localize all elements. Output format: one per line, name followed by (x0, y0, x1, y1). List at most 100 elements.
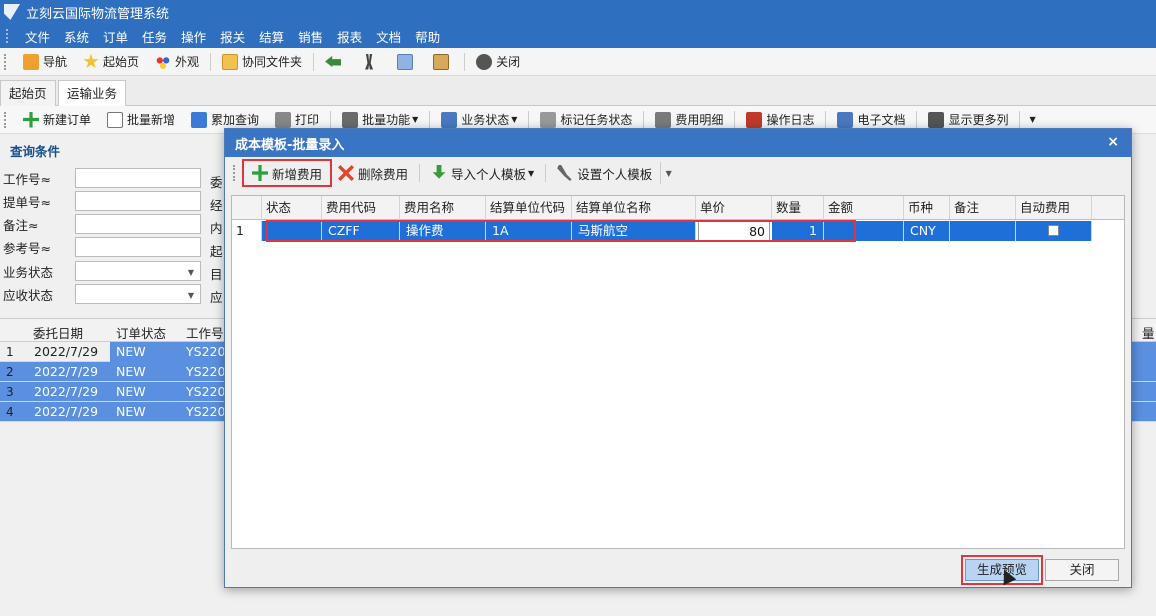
business-status-label: 业务状态 (3, 264, 54, 280)
toolbar-separator (734, 110, 736, 129)
cost-template-dialog: 成本模板-批量录入 × 新增费用 删除费用 导入个人模板 ▼ 设置个人模板 ▼ … (224, 128, 1132, 588)
column-header-qty[interactable]: 数量 (772, 196, 824, 220)
search-icon (191, 111, 208, 128)
receivable-status-select[interactable]: ▼ (75, 284, 201, 304)
column-header-price[interactable]: 单价 (696, 196, 772, 220)
column-header-remark[interactable]: 备注 (950, 196, 1016, 220)
column-header-fee-code[interactable]: 费用代码 (322, 196, 400, 220)
plus-icon (23, 111, 39, 128)
toolbar-overflow-icon[interactable]: ▼ (660, 162, 676, 184)
ref-no-input[interactable] (75, 237, 201, 257)
menu-order[interactable]: 订单 (96, 27, 135, 46)
column-header-auto-fee[interactable]: 自动费用 (1016, 196, 1092, 220)
document-add-icon (107, 111, 124, 128)
menu-reports[interactable]: 报表 (330, 27, 369, 46)
menu-settlement[interactable]: 结算 (252, 27, 291, 46)
home-button[interactable]: 起始页 (75, 51, 147, 73)
batch-add-button[interactable]: 批量新增 (99, 109, 183, 131)
cell-status: NEW (116, 384, 146, 399)
column-header-job-no[interactable]: 工作号 (186, 323, 224, 342)
menu-documents[interactable]: 文档 (369, 27, 408, 46)
paste-icon (433, 53, 450, 70)
printer-icon (275, 111, 292, 128)
toolbar-separator (545, 164, 547, 182)
column-header-fee-name[interactable]: 费用名称 (400, 196, 486, 220)
query-label-partial: 应 (210, 290, 223, 305)
chevron-down-icon: ▼ (187, 268, 194, 277)
menu-file[interactable]: 文件 (18, 27, 57, 46)
cell-remark[interactable] (950, 221, 1016, 241)
dialog-close-button[interactable]: 关闭 (1045, 559, 1119, 581)
menu-customs[interactable]: 报关 (213, 27, 252, 46)
folder-icon (222, 53, 239, 70)
menu-grip-icon (6, 29, 10, 43)
query-row-business-status: 业务状态 ▼ (3, 261, 201, 281)
toolbar-overflow-icon[interactable]: ▼ (1029, 115, 1035, 124)
menu-help[interactable]: 帮助 (408, 27, 447, 46)
column-header-status[interactable]: 订单状态 (116, 323, 166, 342)
new-order-button[interactable]: 新建订单 (15, 109, 99, 131)
toolbar-grip-icon (233, 165, 236, 181)
menu-task[interactable]: 任务 (135, 27, 174, 46)
import-template-dropdown[interactable]: 导入个人模板 ▼ (423, 161, 542, 185)
chevron-down-icon: ▼ (187, 291, 194, 300)
row-number: 2 (6, 365, 14, 379)
query-row-bl-no: 提单号≈ (3, 191, 201, 211)
remark-label: 备注≈ (3, 217, 39, 233)
app-title: 立刻云国际物流管理系统 (26, 6, 170, 22)
dialog-close-icon[interactable]: × (1107, 134, 1119, 150)
add-fee-button[interactable]: 新增费用 (241, 159, 333, 187)
tools-icon (557, 165, 572, 181)
column-header-currency[interactable]: 币种 (904, 196, 950, 220)
cell-auto-fee[interactable] (1016, 221, 1092, 241)
bl-no-input[interactable] (75, 191, 201, 211)
toolbar-separator (330, 110, 332, 129)
remark-input[interactable] (75, 214, 201, 234)
toolbar-separator (528, 110, 530, 129)
row-number: 1 (6, 345, 14, 359)
row-number: 1 (232, 221, 262, 241)
business-status-select[interactable]: ▼ (75, 261, 201, 281)
set-template-button[interactable]: 设置个人模板 (549, 161, 660, 185)
menu-sales[interactable]: 销售 (291, 27, 330, 46)
paste-button[interactable] (425, 51, 461, 73)
fee-grid: 状态 费用代码 费用名称 结算单位代码 结算单位名称 单价 数量 金额 币种 备… (231, 195, 1125, 549)
fee-grid-header: 状态 费用代码 费用名称 结算单位代码 结算单位名称 单价 数量 金额 币种 备… (232, 196, 1124, 220)
cell-date: 2022/7/29 (34, 404, 99, 419)
document-icon (837, 111, 854, 128)
copy-button[interactable] (389, 51, 425, 73)
delete-fee-button[interactable]: 删除费用 (330, 161, 416, 185)
query-label-partial: 经 (210, 198, 223, 213)
column-header-status[interactable]: 状态 (262, 196, 322, 220)
scissors-icon (365, 53, 374, 70)
column-header-partial[interactable]: 量 (1142, 323, 1155, 342)
auto-fee-checkbox[interactable] (1048, 225, 1059, 236)
toolbar-grip-icon (4, 111, 7, 128)
column-header-date[interactable]: 委托日期 (33, 323, 83, 342)
chevron-down-icon: ▼ (528, 168, 535, 178)
close-button[interactable]: 关闭 (468, 51, 528, 73)
column-header-unit-name[interactable]: 结算单位名称 (572, 196, 696, 220)
list-icon (342, 111, 359, 128)
query-label-partial: 内 (210, 221, 223, 236)
cell-selected-tail (1132, 342, 1156, 362)
appearance-button[interactable]: 外观 (147, 51, 207, 73)
column-header-amount[interactable]: 金额 (824, 196, 904, 220)
menu-system[interactable]: 系统 (57, 27, 96, 46)
undo-button[interactable] (317, 51, 353, 73)
column-header-unit-code[interactable]: 结算单位代码 (486, 196, 572, 220)
tab-transport[interactable]: 运输业务 (58, 80, 127, 108)
dialog-title: 成本模板-批量录入 (235, 137, 345, 153)
menu-operation[interactable]: 操作 (174, 27, 213, 46)
cell-currency[interactable]: CNY (904, 221, 950, 241)
tab-home[interactable]: 起始页 (0, 80, 56, 107)
shared-folder-button[interactable]: 协同文件夹 (214, 51, 310, 73)
column-header-row-number (232, 196, 262, 220)
toolbar-separator (419, 164, 421, 182)
job-no-input[interactable] (75, 168, 201, 188)
close-circle-icon (476, 53, 493, 70)
nav-button[interactable]: 导航 (15, 51, 75, 73)
table-icon (655, 111, 672, 128)
cut-button[interactable] (353, 51, 389, 73)
chart-line-icon (746, 111, 763, 128)
